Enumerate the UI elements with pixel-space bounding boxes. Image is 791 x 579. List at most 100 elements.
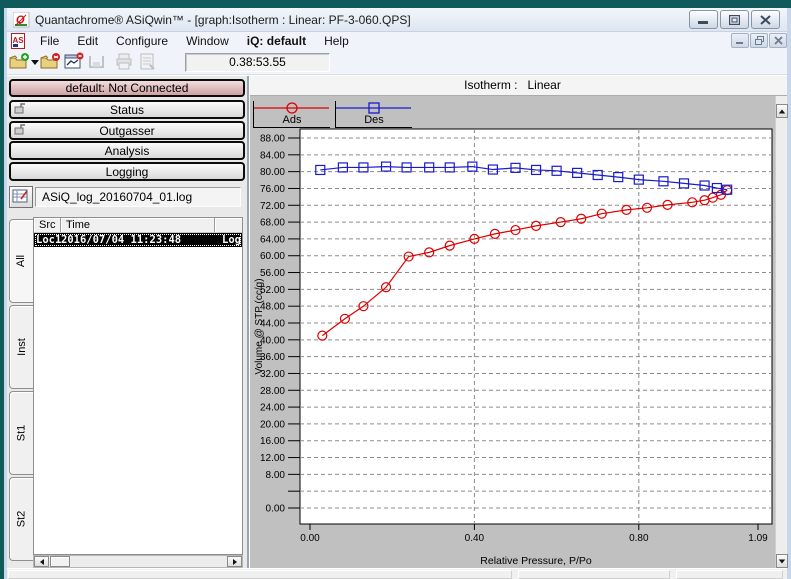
svg-text:60.00: 60.00 (260, 251, 285, 262)
graph-panel: Isotherm : Linear Ads Des 0.00 8.00 12.00 16… (250, 76, 775, 569)
window-controls (689, 10, 780, 29)
graph-title: Isotherm : Linear (250, 76, 775, 96)
close-button[interactable] (751, 10, 780, 29)
menu-item-help[interactable]: Help (315, 32, 358, 50)
column-header-src[interactable]: Src (34, 218, 61, 232)
menu-bar: AS File Edit Configure Window iQ: default Hel… (7, 32, 787, 50)
sidebar-button-logging[interactable]: Logging (9, 162, 245, 181)
print-preview-button[interactable] (138, 52, 159, 72)
log-table-row[interactable]: Loc1 2016/07/04 11:23:48 Log (34, 233, 242, 247)
svg-text:1.09: 1.09 (748, 533, 768, 544)
application-window: Q Quantachrome® ASiQwin™ - [graph:Isothe… (0, 0, 791, 579)
child-restore-button[interactable] (750, 33, 768, 48)
print-button[interactable] (115, 52, 136, 72)
menu-item-file[interactable]: File (31, 32, 68, 50)
document-as-icon: AS (11, 33, 25, 49)
sidebar-button-outgasser[interactable]: Outgasser (9, 121, 245, 140)
show-graph-button[interactable] (64, 52, 85, 72)
svg-text:72.00: 72.00 (260, 201, 285, 212)
instrument-icon (14, 124, 27, 136)
horizontal-scroll-thumb[interactable] (50, 556, 70, 567)
svg-text:0.80: 0.80 (629, 533, 649, 544)
svg-text:76.00: 76.00 (260, 184, 285, 195)
up-arrow-icon (778, 109, 786, 113)
tab-st2[interactable]: St2 (9, 477, 33, 561)
control-panel: default: Not Connected Status Outgasser An… (7, 76, 247, 569)
log-file-button[interactable] (9, 186, 33, 208)
right-arrow-icon (232, 558, 237, 565)
scroll-right-button[interactable] (227, 556, 242, 567)
open-dropdown-arrow[interactable] (31, 60, 39, 65)
svg-text:84.00: 84.00 (260, 150, 285, 161)
svg-text:0.00: 0.00 (300, 533, 320, 544)
scroll-up-button[interactable] (776, 104, 788, 118)
tab-all[interactable]: All (9, 219, 33, 303)
open-file-button[interactable] (9, 52, 30, 72)
status-section-3 (676, 570, 783, 579)
menu-item-edit[interactable]: Edit (68, 32, 107, 50)
svg-text:16.00: 16.00 (260, 436, 285, 447)
column-header-blank (215, 218, 242, 232)
left-arrow-icon (39, 558, 44, 565)
vertical-scrollbar[interactable] (775, 96, 788, 569)
tab-label: St1 (15, 424, 28, 442)
log-table-header: Src Time (34, 218, 242, 233)
elapsed-time-display: 0.38:53.55 (185, 53, 330, 72)
child-minimize-button[interactable] (731, 33, 749, 48)
isotherm-chart: 0.008.0012.0016.0020.0024.0028.0032.0036… (254, 128, 773, 567)
scroll-down-button[interactable] (776, 554, 788, 568)
scroll-left-button[interactable] (34, 556, 49, 567)
tab-label: St2 (15, 510, 28, 528)
status-section-1 (8, 570, 512, 579)
y-axis-title: Volume @ STP (cc/g) (254, 278, 265, 374)
svg-text:88.00: 88.00 (260, 134, 285, 145)
app-icon: Q (12, 11, 30, 28)
svg-text:64.00: 64.00 (260, 234, 285, 245)
title-bar[interactable]: Q Quantachrome® ASiQwin™ - [graph:Isothe… (7, 8, 787, 32)
sidebar-button-status[interactable]: Status (9, 100, 245, 119)
svg-text:0.40: 0.40 (465, 533, 485, 544)
child-close-button[interactable] (769, 33, 787, 48)
status-bar (7, 568, 787, 579)
tab-label: All (15, 254, 28, 268)
menu-item-iq-default[interactable]: iQ: default (238, 32, 315, 50)
svg-text:80.00: 80.00 (260, 167, 285, 178)
svg-text:56.00: 56.00 (260, 268, 285, 279)
scrollbar-corner (775, 76, 787, 96)
content-area: default: Not Connected Status Outgasser An… (7, 75, 788, 569)
log-row-source: Loc1 (36, 234, 62, 246)
log-file-name: ASiQ_log_20160704_01.log (35, 187, 241, 207)
log-row-message: Log (222, 234, 241, 246)
window-border-right (787, 8, 791, 579)
svg-text:24.00: 24.00 (260, 403, 285, 414)
menu-items: File Edit Configure Window iQ: default Help (31, 32, 358, 50)
open-data-file-button[interactable] (40, 52, 61, 72)
svg-text:68.00: 68.00 (260, 218, 285, 229)
x-axis-title: Relative Pressure, P/Po (480, 555, 592, 567)
tab-st1[interactable]: St1 (9, 391, 33, 475)
svg-text:28.00: 28.00 (260, 386, 285, 397)
horizontal-scrollbar[interactable] (33, 555, 243, 568)
instrument-icon (14, 103, 27, 115)
toolbar: 0.38:53.55 (7, 50, 787, 75)
minimize-button[interactable] (689, 10, 718, 29)
menu-item-window[interactable]: Window (177, 32, 238, 50)
connection-status-button[interactable]: default: Not Connected (9, 79, 245, 97)
menu-item-configure[interactable]: Configure (107, 32, 177, 50)
tab-inst[interactable]: Inst (9, 305, 33, 389)
column-header-time[interactable]: Time (61, 218, 215, 232)
log-table: Src Time Loc1 2016/07/04 11:23:48 Log (33, 217, 243, 555)
svg-text:20.00: 20.00 (260, 419, 285, 430)
status-section-2 (518, 570, 670, 579)
window-title: Quantachrome® ASiQwin™ - [graph:Isotherm… (35, 13, 411, 27)
child-window-controls (731, 33, 787, 48)
log-row-time: 2016/07/04 11:23:48 (61, 234, 182, 246)
sidebar-button-analysis[interactable]: Analysis (9, 141, 245, 160)
save-button[interactable] (87, 52, 108, 72)
down-arrow-icon (778, 559, 786, 563)
maximize-button[interactable] (720, 10, 749, 29)
svg-text:8.00: 8.00 (266, 470, 286, 481)
tab-label: Inst (15, 338, 28, 356)
svg-text:12.00: 12.00 (260, 453, 285, 464)
svg-text:0.00: 0.00 (266, 504, 286, 515)
